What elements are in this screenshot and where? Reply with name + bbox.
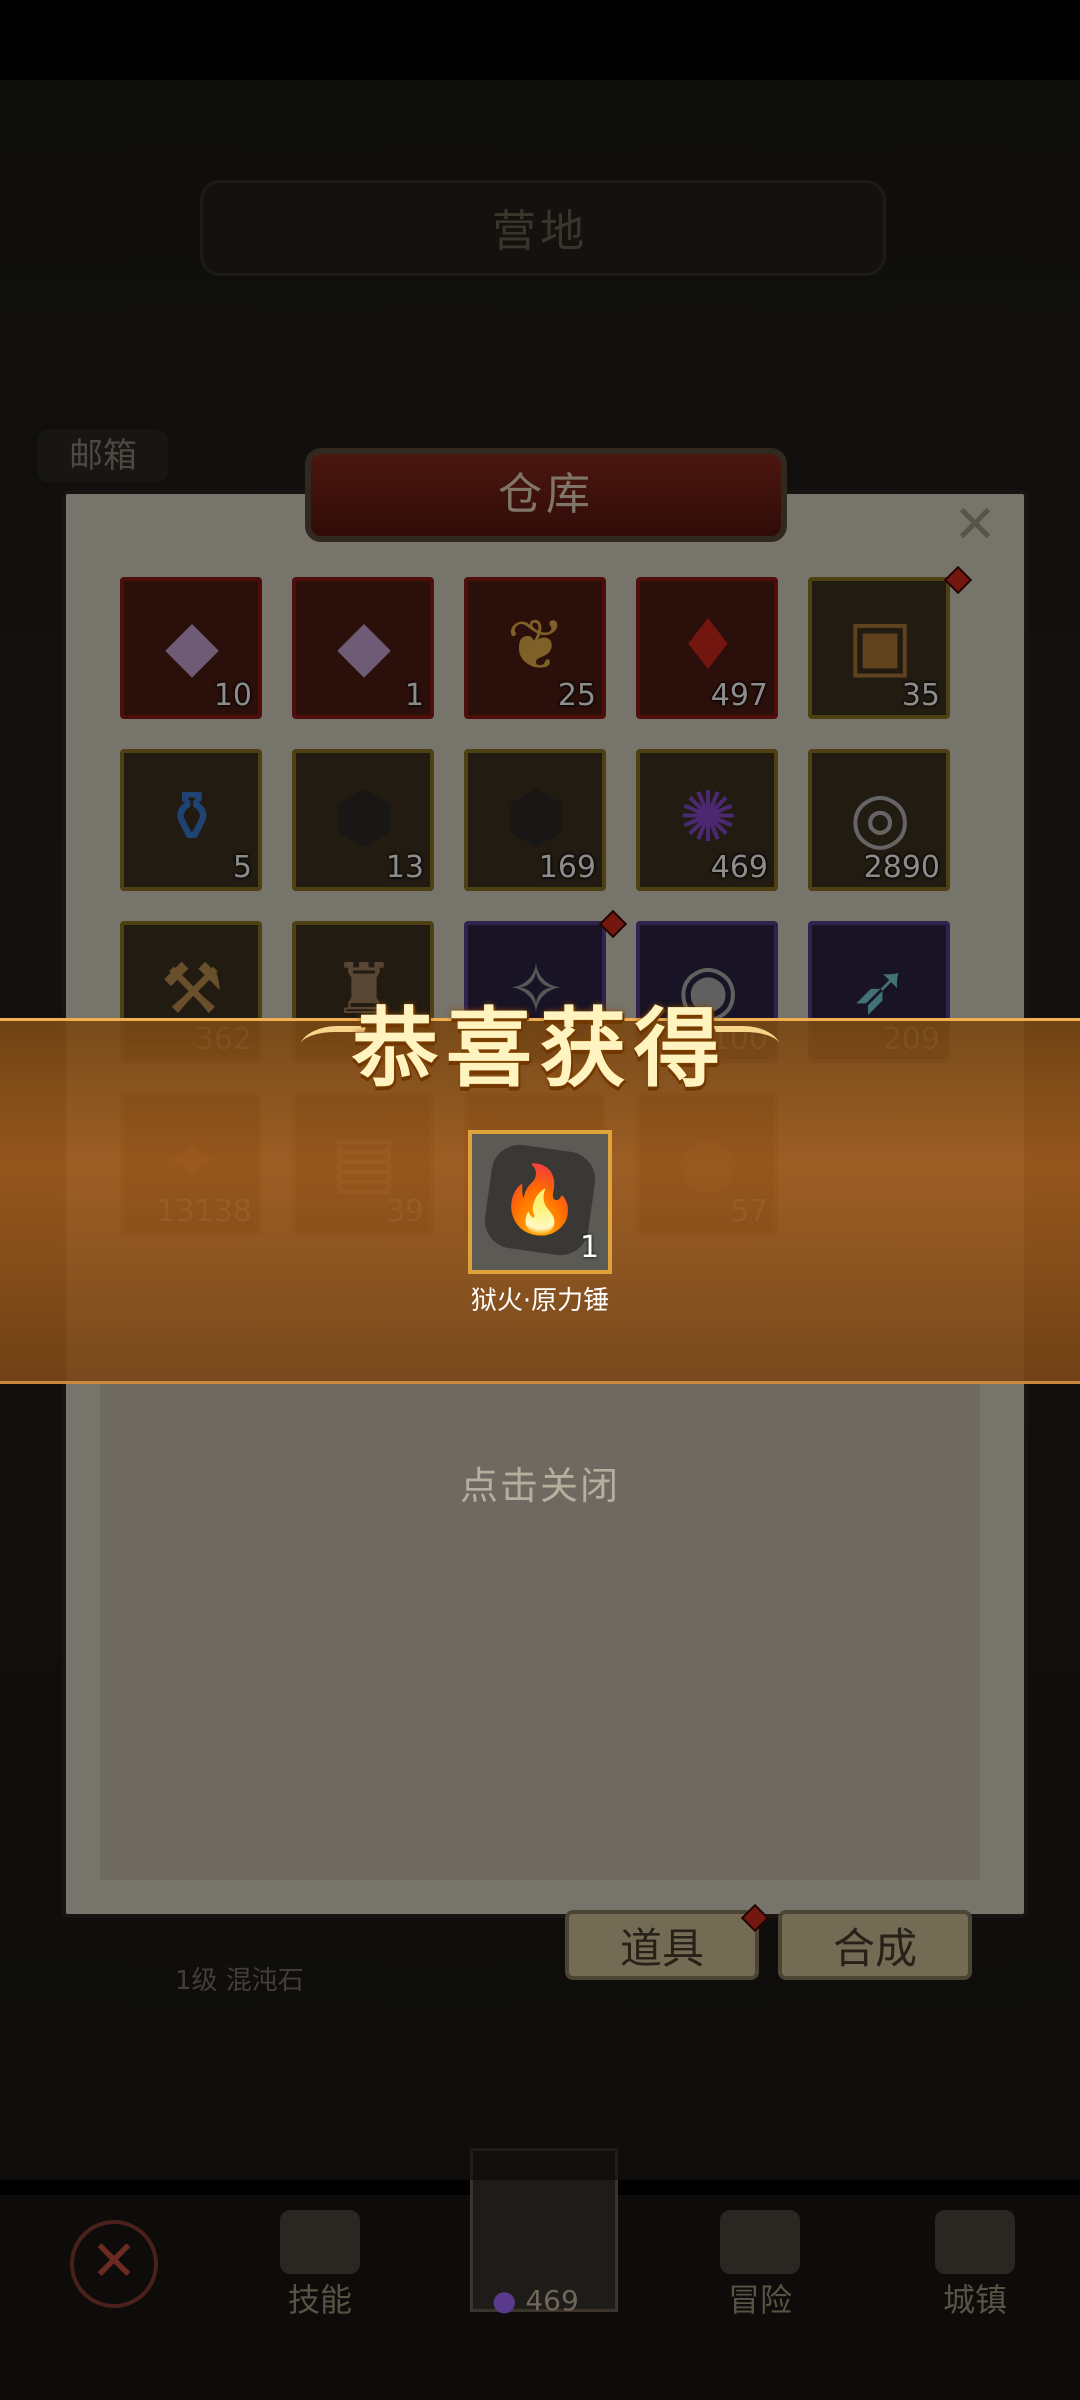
reward-item-count: 1 [580, 1230, 600, 1265]
reward-title: 恭喜获得 [352, 999, 728, 1099]
gem-icon: ● [492, 2284, 517, 2317]
nav-city[interactable]: 城镇 [905, 2275, 1045, 2321]
gem-count-value: 469 [525, 2284, 579, 2317]
skills-book-icon[interactable] [280, 2210, 360, 2274]
cancel-icon[interactable]: ✕ [70, 2220, 158, 2308]
status-bar [0, 0, 1080, 80]
city-castle-icon[interactable] [935, 2210, 1015, 2274]
nav-skills[interactable]: 技能 [250, 2275, 390, 2321]
adventure-map-icon[interactable] [720, 2210, 800, 2274]
nav-adventure[interactable]: 冒险 [690, 2275, 830, 2321]
gem-count: ● 469 [492, 2284, 579, 2317]
flame-icon: 🔥 [498, 1161, 582, 1238]
reward-item-name: 狱火·原力锤 [470, 1286, 610, 1316]
tap-to-close[interactable]: 点击关闭 [0, 1455, 1080, 1510]
